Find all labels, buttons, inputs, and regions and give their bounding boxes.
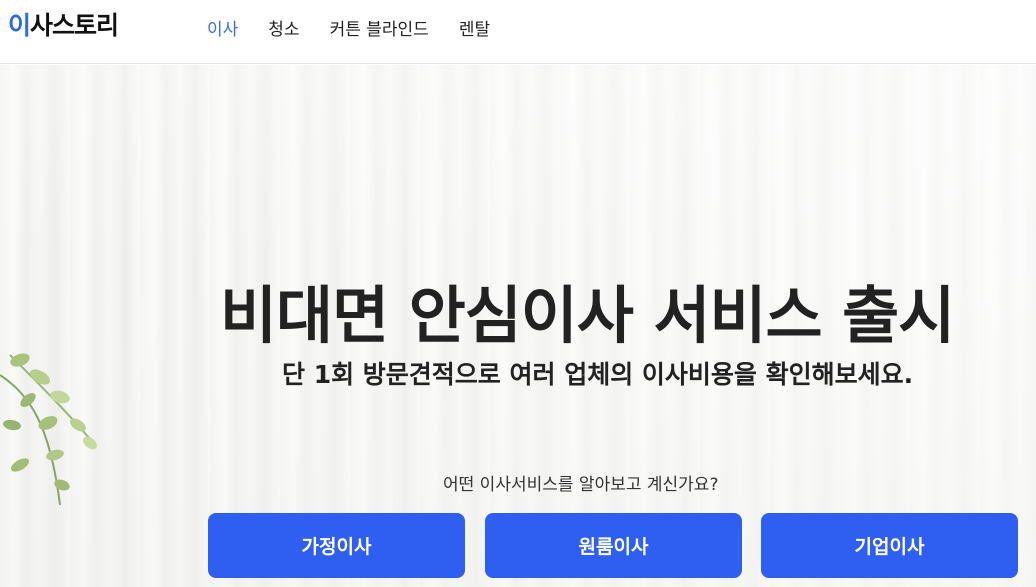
site-logo[interactable]: 이사스토리 bbox=[8, 6, 119, 42]
plant-decoration-icon bbox=[0, 353, 97, 506]
home-moving-button-label: 가정이사 bbox=[301, 536, 372, 558]
hero-subheadline: 단 1회 방문견적으로 여러 업체의 이사비용을 확인해보세요. bbox=[282, 360, 914, 389]
logo-accent-text: 이 bbox=[8, 11, 31, 40]
home-moving-button[interactable]: 가정이사 bbox=[208, 513, 465, 578]
logo-text: 사스토리 bbox=[30, 11, 119, 40]
main-nav: 이사 청소 커튼 블라인드 렌탈 bbox=[207, 15, 520, 40]
site-header: 이사스토리 이사 청소 커튼 블라인드 렌탈 bbox=[0, 0, 1036, 64]
studio-moving-button[interactable]: 원룸이사 bbox=[485, 513, 742, 578]
office-moving-button-label: 기업이사 bbox=[854, 536, 925, 558]
nav-item-moving[interactable]: 이사 bbox=[207, 15, 238, 40]
nav-item-rental[interactable]: 렌탈 bbox=[459, 15, 490, 40]
nav-item-curtain-blind[interactable]: 커튼 블라인드 bbox=[330, 15, 429, 40]
studio-moving-button-label: 원룸이사 bbox=[578, 536, 649, 558]
page: 이사스토리 이사 청소 커튼 블라인드 렌탈 비대면 안심이사 서비스 출시 단… bbox=[0, 0, 1036, 587]
hero-banner: 비대면 안심이사 서비스 출시 단 1회 방문견적으로 여러 업체의 이사비용을… bbox=[0, 65, 1036, 587]
service-question: 어떤 이사서비스를 알아보고 계신가요? bbox=[443, 475, 719, 495]
hero-headline: 비대면 안심이사 서비스 출시 bbox=[220, 279, 955, 352]
nav-item-cleaning[interactable]: 청소 bbox=[268, 15, 299, 40]
office-moving-button[interactable]: 기업이사 bbox=[761, 513, 1018, 578]
